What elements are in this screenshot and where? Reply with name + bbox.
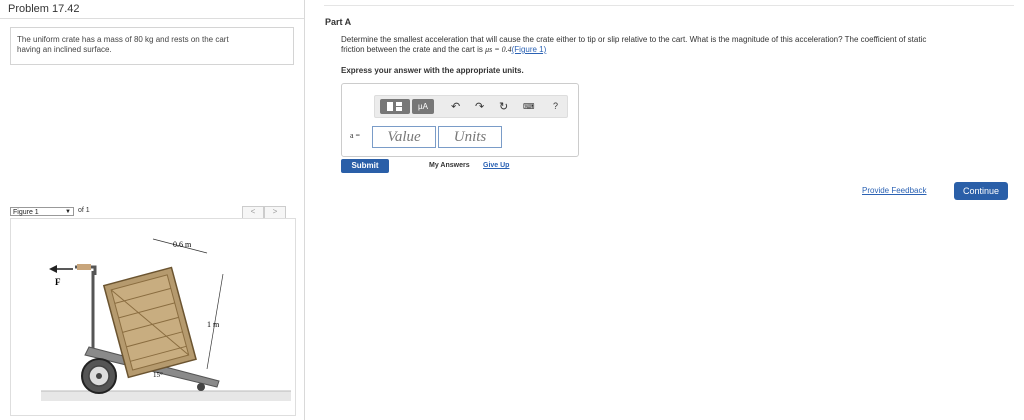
description-line-1: The uniform crate has a mass of 80 kg an…: [17, 35, 229, 44]
continue-button[interactable]: Continue: [954, 182, 1008, 200]
force-label: F: [55, 277, 61, 287]
question-line-1: Determine the smallest acceleration that…: [341, 35, 927, 44]
height-dimension-label: 1 m: [207, 320, 220, 329]
description-line-2: having an inclined surface.: [17, 45, 112, 54]
submit-button[interactable]: Submit: [341, 159, 389, 173]
friction-coefficient: μs = 0.4: [485, 45, 512, 54]
divider: [324, 5, 1014, 6]
problem-panel: Problem 17.42 The uniform crate has a ma…: [0, 0, 305, 420]
equation-toolbar: µA ↶ ↷ ↻ ⌨ ?: [374, 95, 568, 118]
part-title: Part A: [325, 17, 352, 27]
figure-image: F 0.6 m 1 m 15°: [10, 218, 296, 416]
dropdown-arrow-icon: ▼: [65, 209, 71, 215]
templates-icon: [387, 102, 402, 111]
angle-label: 15°: [153, 371, 163, 379]
problem-title: Problem 17.42: [8, 3, 80, 15]
answer-box: µA ↶ ↷ ↻ ⌨ ? a = Value Units: [341, 83, 579, 157]
problem-description: The uniform crate has a mass of 80 kg an…: [10, 27, 294, 65]
figure-select[interactable]: Figure 1 ▼: [10, 207, 74, 216]
units-icon: µA: [418, 102, 428, 111]
reset-icon[interactable]: ↻: [499, 100, 508, 113]
question-text: Determine the smallest acceleration that…: [341, 35, 1011, 55]
help-icon[interactable]: ?: [553, 101, 558, 111]
question-line-2-text: friction between the crate and the cart …: [341, 45, 486, 54]
figure-navigation: Figure 1 ▼ of 1 < >: [10, 206, 294, 219]
figure-count: of 1: [78, 207, 90, 214]
undo-icon[interactable]: ↶: [451, 100, 460, 113]
answer-variable-label: a =: [350, 131, 361, 140]
redo-icon[interactable]: ↷: [475, 100, 484, 113]
provide-feedback-link[interactable]: Provide Feedback: [862, 186, 926, 195]
figure-link[interactable]: (Figure 1): [512, 45, 547, 54]
divider: [0, 18, 304, 19]
templates-button[interactable]: [380, 99, 410, 114]
keyboard-icon[interactable]: ⌨: [523, 102, 535, 111]
figure-select-value: Figure 1: [13, 209, 39, 216]
units-input[interactable]: Units: [438, 126, 502, 148]
cart-crate-diagram: F 0.6 m 1 m 15°: [41, 238, 291, 401]
units-button[interactable]: µA: [412, 99, 434, 114]
give-up-link[interactable]: Give Up: [483, 162, 509, 169]
answer-instruction: Express your answer with the appropriate…: [341, 66, 524, 75]
question-line-2: friction between the crate and the cart …: [341, 45, 1011, 55]
value-input[interactable]: Value: [372, 126, 436, 148]
width-dimension-label: 0.6 m: [173, 240, 192, 249]
my-answers-label: My Answers: [429, 162, 470, 169]
